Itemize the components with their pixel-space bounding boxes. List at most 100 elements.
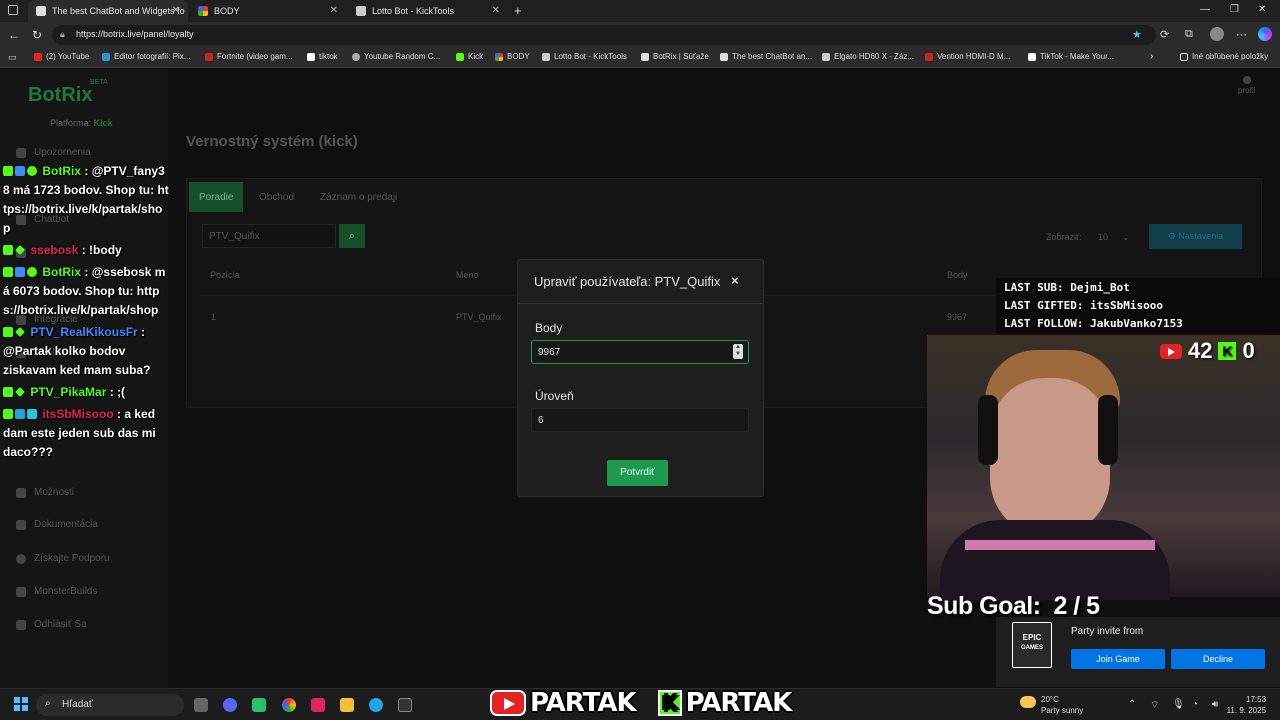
tab-zaznam[interactable]: Záznam o predaji <box>310 182 407 212</box>
chat-message: BotRix : @ssebosk má 6073 bodov. Shop tu… <box>3 265 166 317</box>
profile-link[interactable]: profil <box>1238 86 1255 95</box>
bot-badge-icon <box>15 166 25 176</box>
tab-kicktools[interactable]: Lotto Bot - KickTools ✕ <box>348 0 508 22</box>
tab-body[interactable]: BODY ✕ <box>190 0 346 22</box>
bookmarks-menu-icon[interactable]: ▭ <box>8 52 17 63</box>
confirm-button[interactable]: Potvrdiť <box>607 460 668 486</box>
chat-username: itsSbMisooo <box>42 407 114 421</box>
back-icon[interactable]: ← <box>8 28 20 42</box>
bookmark-pixlr[interactable]: Editor fotografií: Pix... <box>102 52 190 61</box>
url-box[interactable] <box>52 25 1156 45</box>
bookmark-label: tiktok <box>319 52 338 61</box>
last-gifted: LAST GIFTED: itsSbMisooo <box>1004 299 1163 312</box>
close-tab-icon[interactable]: ✕ <box>492 5 500 16</box>
sidebar-item-upozornenia[interactable]: Upozornenia <box>16 147 91 158</box>
maximize-icon[interactable]: ❐ <box>1230 4 1239 15</box>
bookmark-label: TikTok - Make Your... <box>1040 52 1114 61</box>
webcam-person <box>940 520 1170 600</box>
close-tab-icon[interactable]: ✕ <box>172 5 180 16</box>
spin-up-icon[interactable]: ▲ <box>735 344 741 350</box>
chat-message: PTV_RealKikousFr : @Partak kolko bodov z… <box>3 325 151 377</box>
discord-icon[interactable] <box>223 698 237 712</box>
favorite-star-icon[interactable]: ★ <box>1132 28 1142 41</box>
minimize-icon[interactable]: — <box>1200 4 1210 15</box>
windows-start-icon[interactable] <box>14 697 28 711</box>
network-icon[interactable]: ⌔ <box>1150 699 1159 712</box>
chat-username: BotRix <box>42 265 82 279</box>
wifi-icon[interactable]: ◔ <box>1192 699 1198 710</box>
volume-icon[interactable]: 🔊︎ <box>1212 699 1218 710</box>
taskbar-search[interactable]: ⌕ Hľadať <box>36 694 184 716</box>
show-select[interactable]: 10 ⌄ <box>1098 232 1130 243</box>
search-input[interactable]: PTV_Quifix <box>202 224 336 248</box>
refresh-extension-icon[interactable]: ⟳ <box>1160 28 1169 41</box>
other-bookmarks[interactable]: Iné obľúbené položky <box>1180 52 1268 61</box>
level-input[interactable]: 6 <box>531 408 749 432</box>
new-tab-button[interactable]: + <box>514 3 522 18</box>
sidebar-item-monsterbuilds[interactable]: MonsterBuilds <box>16 586 97 597</box>
bookmark-label: The best ChatBot an... <box>732 52 813 61</box>
sidebar-item-podpora[interactable]: Získajte Podporu <box>16 553 110 564</box>
bookmark-fortnite[interactable]: Fortnite (video gam... <box>205 52 293 61</box>
taskbar-clock[interactable]: 17:53 11. 9. 2025 <box>1227 694 1266 716</box>
close-tab-icon[interactable]: ✕ <box>330 5 338 16</box>
bookmark-body[interactable]: BODY <box>495 52 530 61</box>
tray-chevron-icon[interactable]: ⌃ <box>1128 699 1136 710</box>
chat-message: itsSbMisooo : a ked dam este jeden sub d… <box>3 407 156 459</box>
bookmark-elgato[interactable]: Elgato HD60 X - Záz... <box>822 52 914 61</box>
collections-icon[interactable]: ⧉ <box>1185 28 1193 41</box>
close-window-icon[interactable]: ✕ <box>1258 4 1266 15</box>
sidebar-item-moznosti[interactable]: Možnosti <box>16 487 74 498</box>
bookmark-label: Editor fotografií: Pix... <box>114 52 191 61</box>
decline-button[interactable]: Decline <box>1171 649 1265 669</box>
profile-icon[interactable] <box>1243 76 1251 84</box>
sidebar-item-label: Dokumentácia <box>34 519 98 530</box>
points-input[interactable]: 9967 <box>531 340 749 364</box>
epic-app-icon[interactable] <box>398 698 412 712</box>
settings-button[interactable]: ⚙ Nastavenia <box>1149 224 1242 249</box>
bookmark-vention[interactable]: Vention HDMI-D M... <box>925 52 1010 61</box>
headset-icon <box>978 395 998 465</box>
more-icon[interactable]: ⋯ <box>1236 28 1247 41</box>
sidebar-item-label: Odhlásiť Sa <box>34 619 87 630</box>
tab-botrix[interactable]: The best ChatBot and Widgets fo ✕ <box>28 0 188 22</box>
close-icon[interactable]: × <box>731 273 739 288</box>
reload-icon[interactable]: ↻ <box>32 28 42 42</box>
spin-down-icon[interactable]: ▼ <box>735 351 741 357</box>
bookmark-botrix-sutaze[interactable]: BotRix | Súťaže <box>641 52 709 61</box>
number-spinner[interactable]: ▲ ▼ <box>733 344 743 359</box>
tiktok-app-icon[interactable] <box>311 698 325 712</box>
bookmark-kick[interactable]: Kick <box>456 52 483 61</box>
bookmark-lotto-bot[interactable]: Lotto Bot - KickTools <box>542 52 627 61</box>
bookmarks-overflow-icon[interactable]: › <box>1150 51 1153 62</box>
tab-poradie[interactable]: Poradie <box>189 182 244 212</box>
tab-actions-icon[interactable] <box>8 5 18 15</box>
profile-avatar[interactable] <box>1210 27 1224 41</box>
weather-widget[interactable]: 20°C Party sunny <box>1041 694 1083 716</box>
join-game-button[interactable]: Join Game <box>1071 649 1165 669</box>
task-view-icon[interactable] <box>194 698 208 712</box>
kick-badge-icon <box>3 245 13 255</box>
youtube-icon <box>1160 343 1182 359</box>
botrix-logo[interactable]: BotRix <box>28 84 92 107</box>
copilot-icon[interactable] <box>1258 27 1272 41</box>
bookmark-tiktok[interactable]: tiktok <box>307 52 338 61</box>
edge-icon[interactable] <box>369 698 383 712</box>
sidebar-item-odhlasit[interactable]: Odhlásiť Sa <box>16 619 87 630</box>
bookmark-youtube-random[interactable]: Youtube Random C... <box>352 52 440 61</box>
tab-obchod[interactable]: Obchod <box>249 182 304 212</box>
url-text[interactable]: https://botrix.live/panel/loyalty <box>76 29 194 39</box>
sidebar-item-dokumentacia[interactable]: Dokumentácia <box>16 519 98 530</box>
xbox-icon[interactable] <box>252 698 266 712</box>
search-button[interactable]: ⌕ <box>339 224 365 248</box>
bookmark-tiktok-make[interactable]: TikTok - Make Your... <box>1028 52 1114 61</box>
microphone-icon[interactable]: 🎙︎ <box>1172 699 1185 710</box>
folder-icon[interactable] <box>340 698 354 712</box>
kick-icon <box>456 52 464 61</box>
bookmark-youtube[interactable]: (2) YouTube <box>34 52 89 61</box>
bookmark-label: BotRix | Súťaže <box>653 52 709 61</box>
gear-icon <box>16 487 26 498</box>
modal-title: Upraviť používateľa: PTV_Quifix <box>534 274 721 289</box>
bookmark-best-chatbot[interactable]: The best ChatBot an... <box>720 52 812 61</box>
chrome-icon[interactable] <box>282 698 296 712</box>
